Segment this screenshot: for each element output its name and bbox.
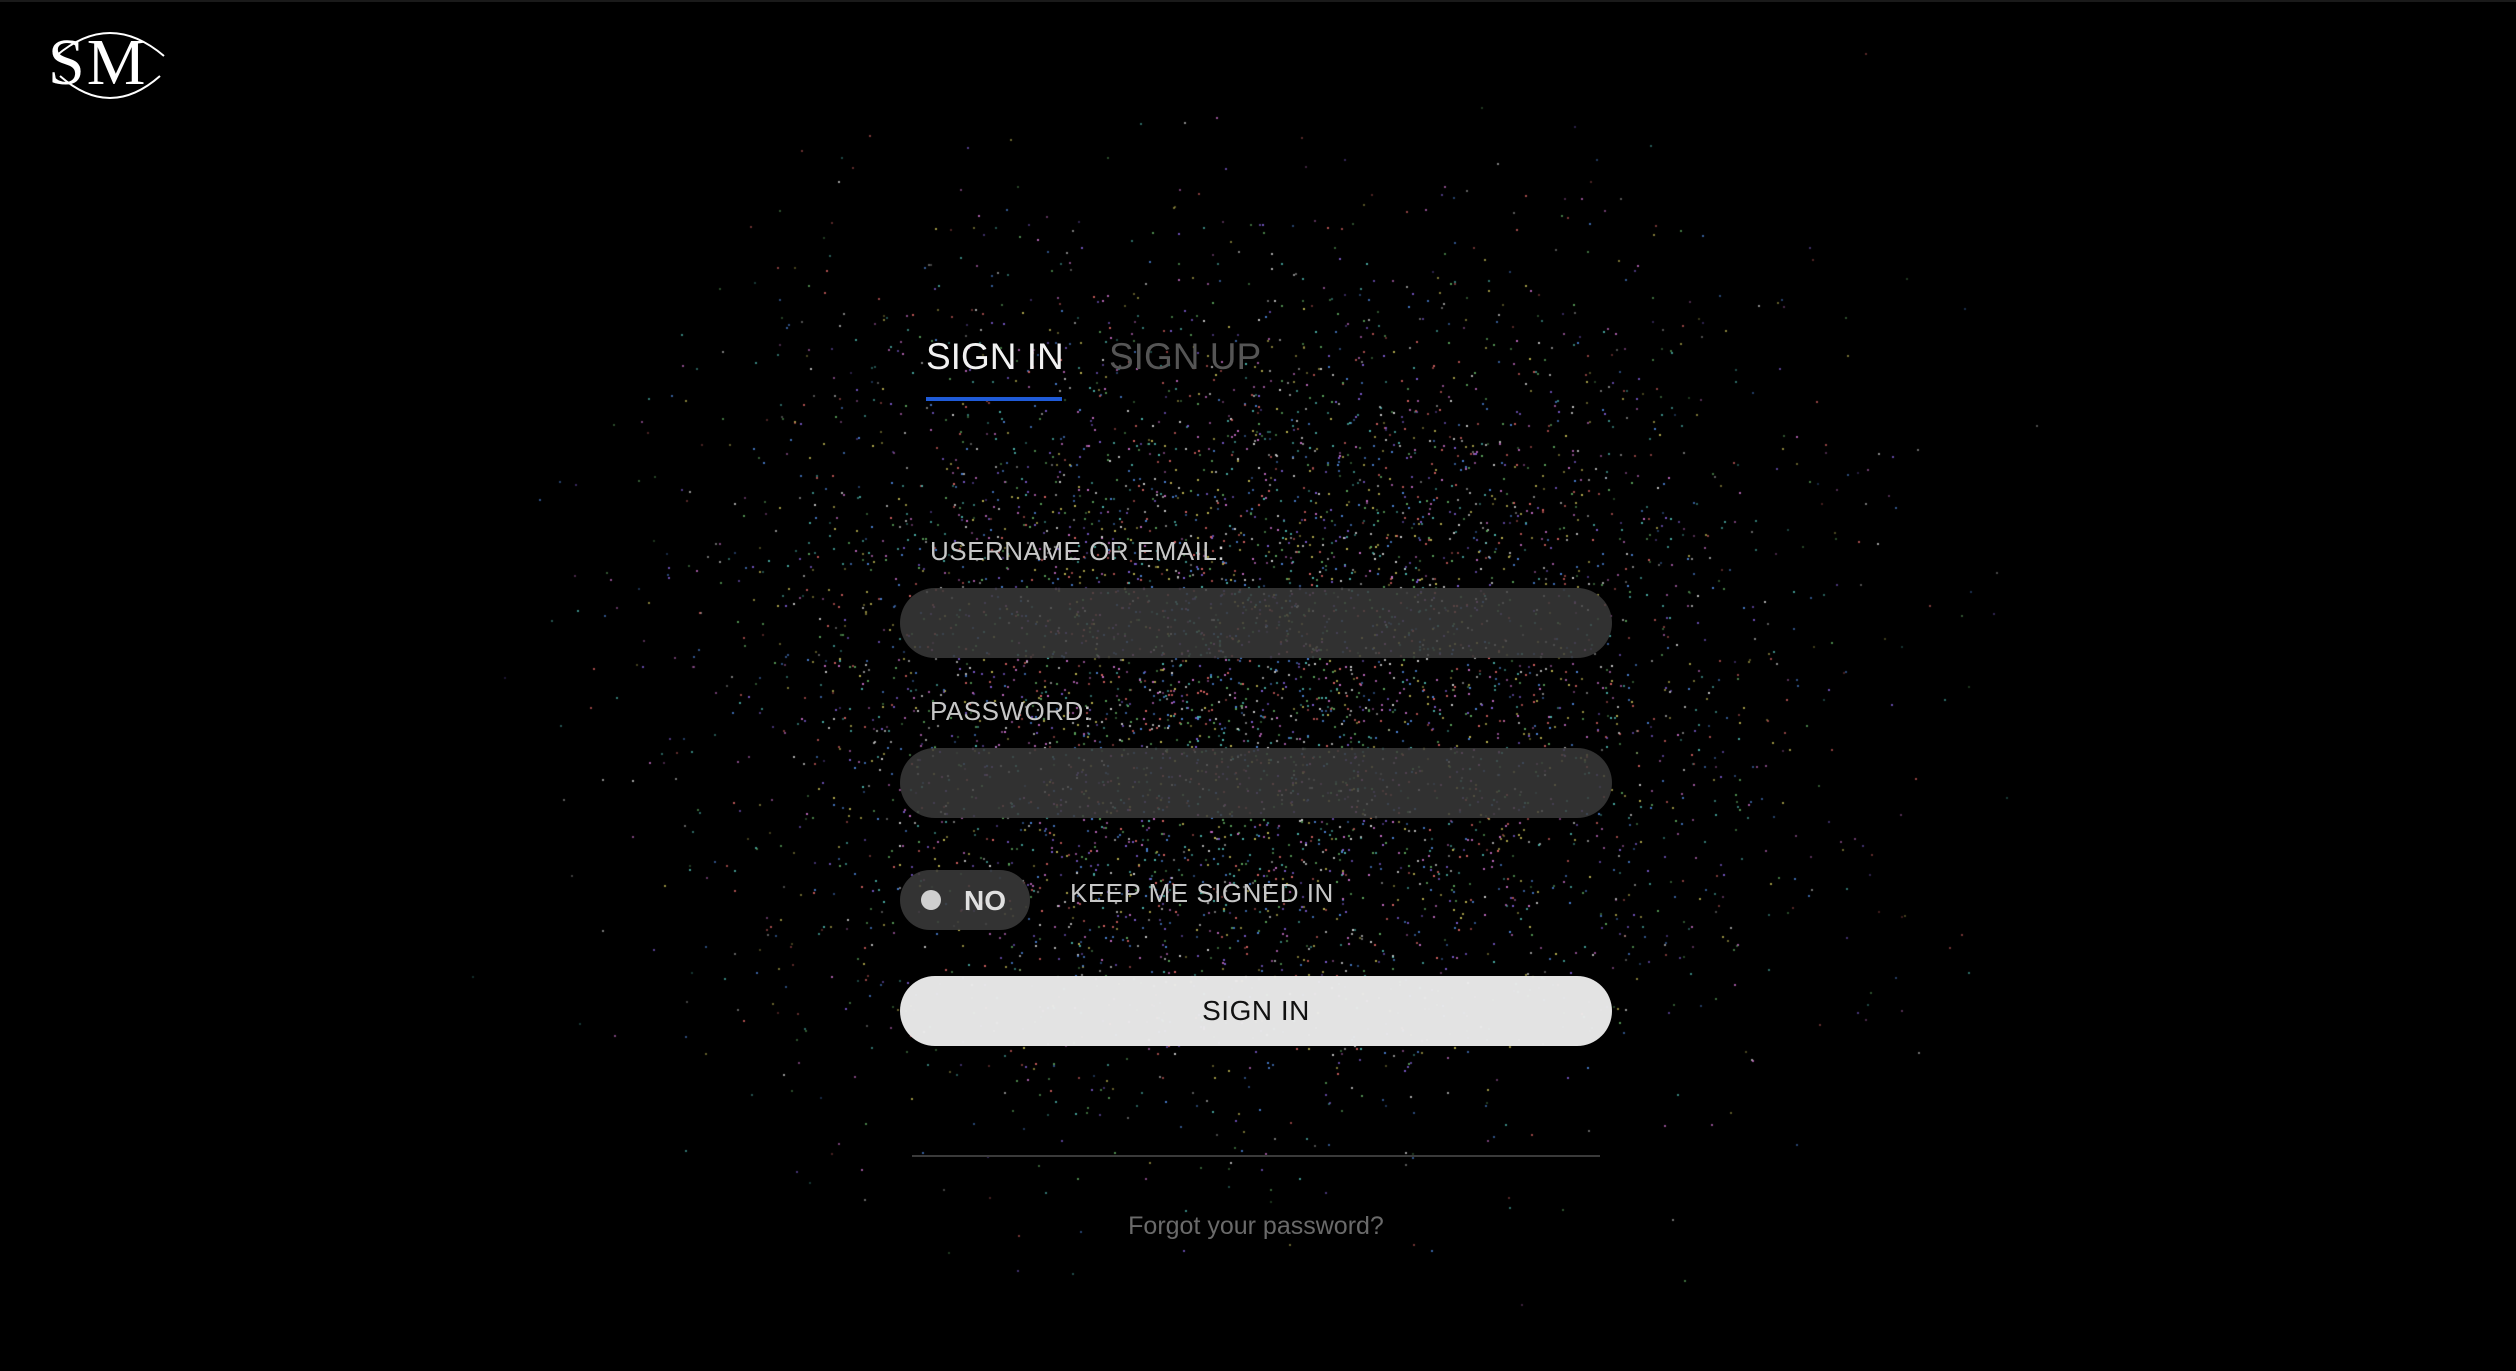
keep-signed-in-label[interactable]: KEEP ME SIGNED IN (1070, 878, 1334, 909)
username-label: USERNAME OR EMAIL: (930, 536, 1226, 566)
password-input[interactable] (900, 748, 1612, 818)
username-input[interactable] (900, 588, 1612, 658)
logo-text: SM (48, 26, 148, 99)
particle-background (0, 2, 2516, 1371)
keep-signed-in-toggle[interactable]: NO (900, 870, 1030, 930)
tab-sign-up[interactable]: SIGN UP (1109, 338, 1261, 375)
brand-logo[interactable]: SM (40, 16, 180, 104)
password-label: PASSWORD: (930, 696, 1092, 726)
sign-in-button[interactable]: SIGN IN (900, 976, 1612, 1046)
tab-sign-in[interactable]: SIGN IN (926, 338, 1064, 375)
active-tab-indicator (926, 397, 1062, 401)
toggle-knob-icon (921, 890, 941, 910)
forgot-password-link[interactable]: Forgot your password? (900, 1212, 1612, 1241)
toggle-state-label: NO (964, 885, 1006, 916)
login-page: SM SIGN IN SIGN UP USERNAME OR EMAIL: PA… (0, 0, 2516, 1371)
divider (912, 1155, 1600, 1157)
